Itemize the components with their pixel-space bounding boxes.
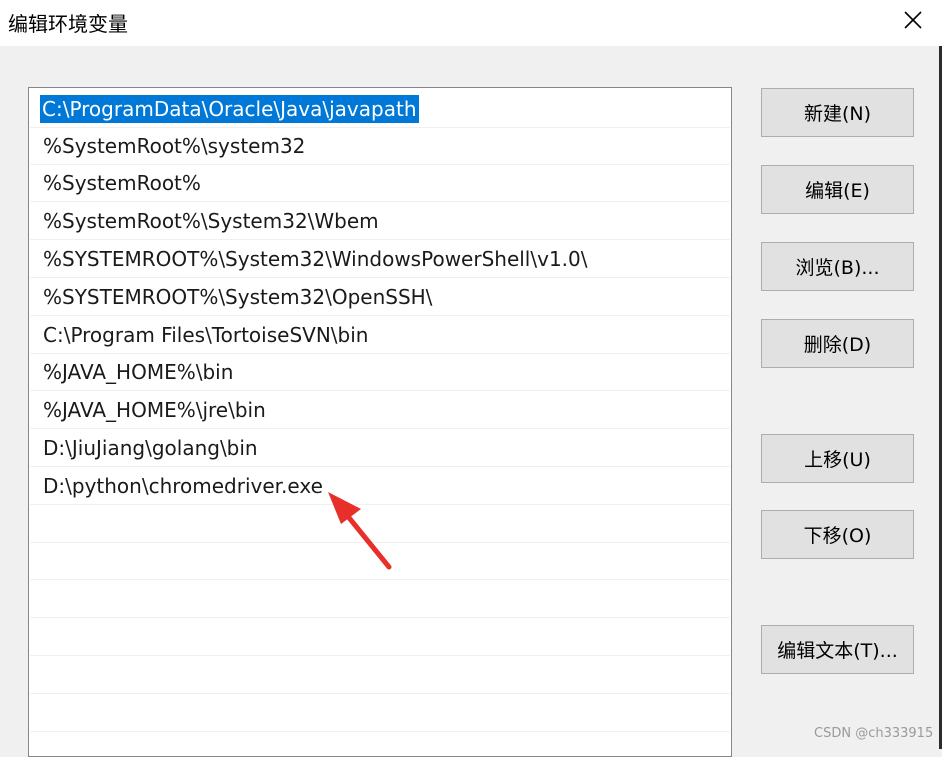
list-item[interactable]: %SystemRoot% [30, 165, 730, 202]
list-item[interactable]: %SystemRoot%\System32\Wbem [30, 203, 730, 240]
list-item[interactable]: %SYSTEMROOT%\System32\WindowsPowerShell\… [30, 241, 730, 278]
list-item-text: C:\Program Files\TortoiseSVN\bin [43, 323, 369, 347]
move-up-button[interactable]: 上移(U) [761, 434, 914, 483]
list-item-text: %SystemRoot% [43, 171, 201, 195]
list-item-text: %JAVA_HOME%\bin [43, 360, 234, 384]
close-icon [904, 11, 922, 29]
edit-text-button[interactable]: 编辑文本(T)... [761, 625, 914, 674]
list-item-text: %SYSTEMROOT%\System32\WindowsPowerShell\… [43, 247, 588, 271]
list-item[interactable]: C:\Program Files\TortoiseSVN\bin [30, 317, 730, 354]
watermark: CSDN @ch333915 [814, 726, 934, 741]
move-down-button[interactable]: 下移(O) [761, 510, 914, 559]
browse-button[interactable]: 浏览(B)... [761, 242, 914, 291]
title-bar: 编辑环境变量 [0, 0, 942, 46]
list-item[interactable]: %JAVA_HOME%\jre\bin [30, 392, 730, 429]
list-item[interactable]: %SystemRoot%\system32 [30, 128, 730, 165]
list-item[interactable]: D:\JiuJiang\golang\bin [30, 430, 730, 467]
list-item-text: %SystemRoot%\system32 [43, 134, 306, 158]
new-button[interactable]: 新建(N) [761, 88, 914, 137]
empty-row [30, 657, 730, 694]
empty-row [30, 695, 730, 732]
list-item-text: C:\ProgramData\Oracle\Java\javapath [40, 95, 419, 123]
path-list[interactable]: C:\ProgramData\Oracle\Java\javapath %Sys… [28, 87, 732, 757]
edit-button[interactable]: 编辑(E) [761, 165, 914, 214]
delete-button[interactable]: 删除(D) [761, 319, 914, 368]
list-item-text: %SYSTEMROOT%\System32\OpenSSH\ [43, 285, 433, 309]
list-item-text: %JAVA_HOME%\jre\bin [43, 398, 266, 422]
list-item-text: D:\python\chromedriver.exe [43, 474, 323, 498]
window-title: 编辑环境变量 [8, 12, 128, 36]
list-item[interactable]: %JAVA_HOME%\bin [30, 354, 730, 391]
empty-row [30, 506, 730, 543]
empty-row [30, 543, 730, 580]
list-item[interactable]: D:\python\chromedriver.exe [30, 468, 730, 505]
list-item-text: %SystemRoot%\System32\Wbem [43, 209, 379, 233]
empty-row [30, 732, 730, 756]
empty-row [30, 619, 730, 656]
close-button[interactable] [890, 0, 936, 40]
list-item-text: D:\JiuJiang\golang\bin [43, 436, 258, 460]
list-item[interactable]: C:\ProgramData\Oracle\Java\javapath [30, 91, 730, 128]
empty-row [30, 581, 730, 618]
list-item[interactable]: %SYSTEMROOT%\System32\OpenSSH\ [30, 279, 730, 316]
